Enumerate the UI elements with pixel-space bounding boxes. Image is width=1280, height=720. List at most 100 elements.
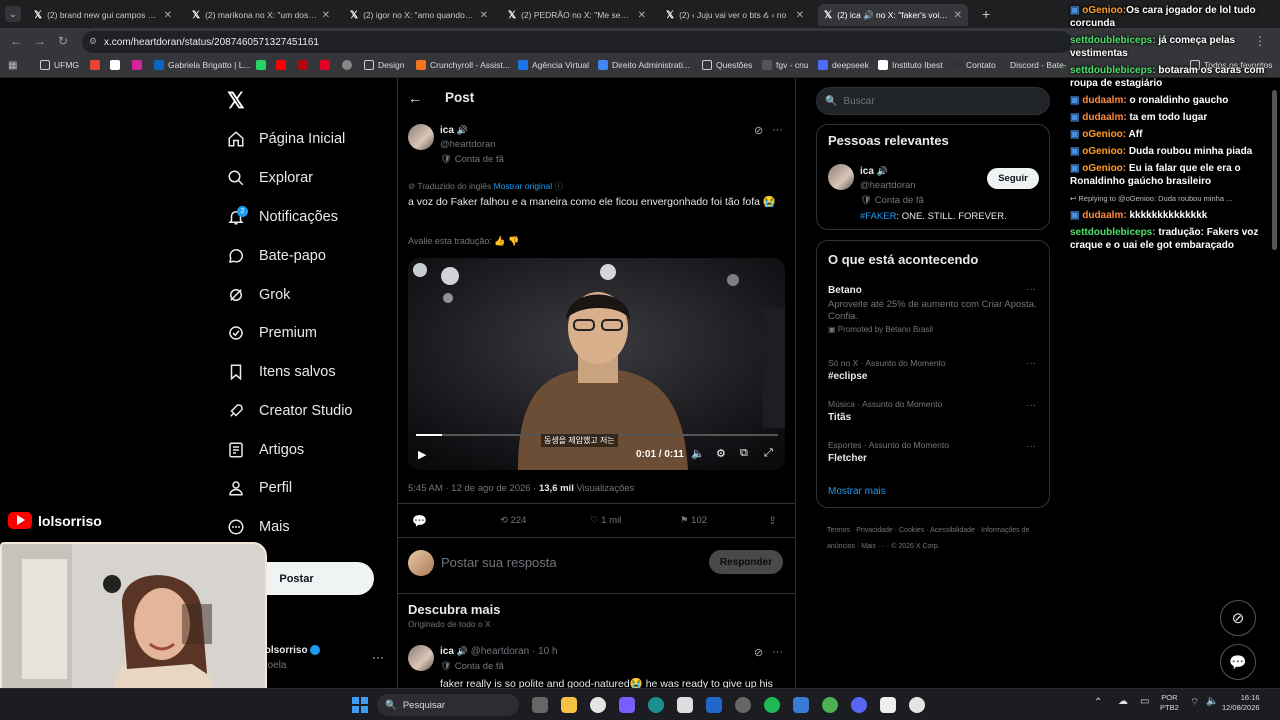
thumbs-down-icon[interactable]: 👎 [508,236,519,246]
bookmark-whatsapp[interactable] [256,60,270,70]
nav-creator-studio[interactable]: Creator Studio [227,396,353,426]
nav-bookmarks[interactable]: Itens salvos [227,357,336,387]
back-arrow-icon[interactable]: ← [408,90,422,106]
x-logo-icon[interactable]: 𝕏 [227,88,245,114]
bookmark-x[interactable] [110,60,124,70]
mail-icon[interactable] [706,697,722,713]
play-icon[interactable]: ▶ [418,448,426,461]
tab-6-active[interactable]: 𝕏 (2) ica 🔊 no X: "faker's voice c ✕ [818,4,968,26]
app-icon[interactable] [793,697,809,713]
bookmark-contato[interactable]: Contato [952,60,996,70]
relevant-handle[interactable]: @heartdoran [860,180,916,191]
relevant-name[interactable]: ica 🔊 [860,166,888,177]
discord-icon[interactable] [851,697,867,713]
bookmark-gmail[interactable] [90,60,104,70]
bookmark-instagram[interactable] [132,60,146,70]
nav-grok[interactable]: Grok [227,280,290,310]
apps-icon[interactable]: ▦ [8,60,17,71]
account-switcher[interactable]: lolsorriso [262,645,321,656]
search-input[interactable]: 🔍 Buscar [816,87,1050,115]
tab-3[interactable]: 𝕏 (2) igor no X: "amo quando gu ✕ [344,4,494,26]
bookmark-design[interactable]: Design [364,60,404,70]
nav-home[interactable]: Página Inicial [227,124,345,154]
windows-start-icon[interactable] [352,697,368,713]
obs-icon[interactable] [735,697,751,713]
show-more-link[interactable]: Mostrar mais [828,486,886,497]
battery-icon[interactable]: ▭ [1140,696,1149,707]
clock[interactable]: 16:16 12/08/2026 [1222,693,1260,713]
nav-profile[interactable]: Perfil [227,473,292,503]
forward-icon[interactable]: → [34,34,46,48]
close-icon[interactable]: ✕ [480,10,488,21]
close-icon[interactable]: ✕ [954,10,962,21]
chat-float-icon[interactable]: 💬 [1220,644,1256,680]
tab-list-button[interactable]: ⌄ [5,6,21,22]
bookmark-discord[interactable]: Discord - Bate-papo... [1006,60,1066,70]
back-icon[interactable]: ← [10,34,22,48]
chrome-icon[interactable] [590,697,606,713]
picture-in-picture-icon[interactable]: ⧉ [740,447,748,460]
bookmark-direito[interactable]: Direito Administrati... [598,60,690,70]
bookmark-crunchyroll[interactable]: Crunchyroll - Assist... [416,60,510,70]
volume-icon[interactable]: 🔈 [691,447,705,460]
capcut-icon[interactable] [880,697,896,713]
fullscreen-icon[interactable]: ⤢ [764,447,773,460]
close-icon[interactable]: ✕ [164,10,172,21]
url-input[interactable]: ⚙ x.com/heartdoran/status/20874605713274… [82,31,1072,53]
close-icon[interactable]: ✕ [322,10,330,21]
tab-4[interactable]: 𝕏 (2) PEDRÃO no X: "Me senti m ✕ [502,4,652,26]
discover-author[interactable]: ica 🔊 @heartdoran · 10 h [440,646,558,657]
avatar[interactable] [408,124,434,150]
like-button[interactable]: ♡ 1 mil [590,515,621,526]
trend-item-fletcher[interactable]: Esportes · Assunto do Momento Fletcher [828,440,949,464]
nav-premium[interactable]: Premium [227,318,317,348]
reload-icon[interactable]: ↻ [58,34,68,48]
file-explorer-icon[interactable] [561,697,577,713]
post-more-icon[interactable]: ··· [772,646,783,658]
bookmark-netflix[interactable] [298,60,312,70]
trend-more-icon[interactable]: ··· [1026,284,1036,295]
bookmark-youtube[interactable] [276,60,290,70]
bookmark-linkedin[interactable]: Gabriela Brigatto | L... [154,60,251,70]
share-icon[interactable]: ⇪ [768,514,777,527]
copilot-icon[interactable] [619,697,635,713]
chrome-icon[interactable] [909,697,925,713]
onedrive-icon[interactable]: ☁ [1118,696,1128,707]
follow-button[interactable]: Seguir [987,168,1039,189]
reply-button[interactable]: Responder [709,550,783,574]
reply-icon[interactable]: 💬 [412,514,427,528]
video-player[interactable]: 동생을 제압했고 저는 ▶ 0:01 / 0:11 🔈 ⚙ ⧉ ⤢ [408,258,785,470]
account-more-icon[interactable]: ··· [372,650,384,664]
close-icon[interactable]: ✕ [796,10,804,21]
chevron-up-icon[interactable]: ⌃ [1094,697,1102,708]
bookmark-deepseek[interactable]: deepseek [818,60,869,70]
bookmark-ibest[interactable]: Instituto Ibest [878,60,943,70]
info-icon[interactable]: ⓘ [555,181,564,191]
spotify-icon[interactable] [764,697,780,713]
xbox-icon[interactable] [822,697,838,713]
post-author-handle[interactable]: @heartdoran [440,139,496,150]
grok-analyze-icon[interactable]: ⊘ [754,124,763,137]
wifi-icon[interactable]: ⌔ [1190,696,1199,709]
trend-item-eclipse[interactable]: Só no X · Assunto do Momento #eclipse [828,358,946,382]
avatar[interactable] [408,645,434,671]
nav-chat[interactable]: Bate-papo [227,241,326,271]
bookmark-agencia[interactable]: Agência Virtual [518,60,589,70]
task-view-icon[interactable] [532,697,548,713]
show-original-link[interactable]: Mostrar original [494,181,553,191]
store-icon[interactable] [677,697,693,713]
nav-explore[interactable]: Explorar [227,163,313,193]
tab-5[interactable]: 𝕏 (2) ‹ Juju vai ver o bts 𝓉𝓈 ‹ no ✕ [660,4,810,26]
tab-2[interactable]: 𝕏 (2) marikona no X: "um dos me ✕ [186,4,336,26]
taskbar-search[interactable]: 🔍 Pesquisar [377,694,519,716]
trend-item-betano[interactable]: Betano Aproveite até 25% de aumento com … [828,285,1038,334]
retweet-button[interactable]: ⟲ 224 [500,515,526,526]
bookmark-globe[interactable] [342,60,356,70]
site-info-icon[interactable]: ⚙ [89,36,97,47]
settings-icon[interactable]: ⚙ [716,447,726,460]
nav-more[interactable]: Mais [227,512,290,542]
tab-1[interactable]: 𝕏(2) brand new gui campos no X: "nao t✕ [28,4,178,26]
volume-icon[interactable]: 🔈 [1206,696,1218,707]
bookmark-questoes[interactable]: Questões [702,60,752,70]
grok-analyze-icon[interactable]: ⊘ [754,646,763,659]
